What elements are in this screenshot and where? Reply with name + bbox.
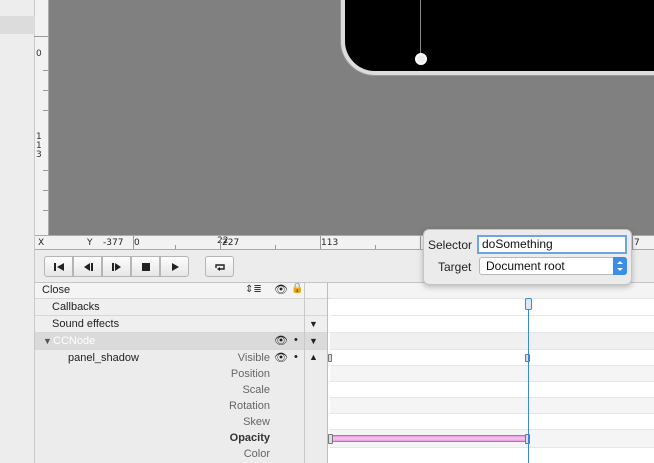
collapse-triangle-icon[interactable]: ▲ xyxy=(309,352,318,362)
property-visible[interactable]: Visible xyxy=(238,352,270,364)
expand-triangle-icon[interactable]: ▼ xyxy=(309,319,318,329)
step-forward-icon xyxy=(111,262,121,271)
vertical-ruler-tick xyxy=(43,70,48,71)
step-back-button[interactable] xyxy=(73,256,102,277)
vertical-ruler: 0 1 1 3 xyxy=(34,0,49,235)
target-label: Target xyxy=(438,260,472,274)
vertical-ruler-label: 0 xyxy=(36,49,42,59)
lock-dot-icon[interactable]: • xyxy=(294,351,298,363)
lock-icon: 🔒 xyxy=(291,283,304,294)
step-forward-button[interactable] xyxy=(102,256,131,277)
horizontal-ruler-tick xyxy=(375,245,376,249)
guide-line xyxy=(420,0,421,56)
sound-effects-row[interactable]: Sound effects ▼ xyxy=(35,316,327,333)
vertical-ruler-tick xyxy=(43,170,48,171)
y-coordinate-label: Y xyxy=(87,238,93,248)
callback-popover: Selector doSomething Target Document roo… xyxy=(423,229,632,285)
vertical-ruler-label: 1 xyxy=(36,141,42,151)
horizontal-ruler-label: 0 xyxy=(134,238,140,248)
loop-icon xyxy=(214,263,225,271)
property-opacity[interactable]: Opacity xyxy=(230,432,270,444)
sequence-name[interactable]: Close xyxy=(42,284,70,296)
vertical-ruler-tick xyxy=(43,110,48,111)
selector-label: Selector xyxy=(428,238,473,252)
x-coordinate-label: X xyxy=(38,238,45,248)
sound-effects-label: Sound effects xyxy=(52,318,120,330)
keyframe-opacity-start[interactable] xyxy=(328,434,333,444)
property-scale[interactable]: Scale xyxy=(242,384,270,396)
horizontal-ruler-label: 227 xyxy=(222,238,240,248)
vertical-ruler-tick xyxy=(43,210,48,211)
skew-track[interactable] xyxy=(330,414,654,430)
play-icon xyxy=(171,262,179,271)
horizontal-ruler-tick xyxy=(320,236,321,249)
left-panel-selected-item[interactable] xyxy=(0,16,35,34)
horizontal-ruler-tick xyxy=(175,245,176,249)
step-back-icon xyxy=(83,262,93,271)
horizontal-ruler-label: 113 xyxy=(321,238,339,248)
callbacks-track[interactable] xyxy=(330,299,654,316)
property-color[interactable]: Color xyxy=(244,448,270,460)
device-frame xyxy=(341,0,654,75)
node-track[interactable] xyxy=(330,333,654,350)
visibility-eye-icon: 👁 xyxy=(274,284,288,296)
time-ruler xyxy=(330,283,654,299)
horizontal-ruler-tick xyxy=(632,236,633,249)
left-panel xyxy=(0,0,35,463)
position-track[interactable] xyxy=(330,366,654,382)
timeline-panel: Close ⇕≣ 👁 🔒 0 Callbacks Sound effects ▼… xyxy=(35,282,654,463)
property-rotation[interactable]: Rotation xyxy=(229,400,270,412)
property-position[interactable]: Position xyxy=(231,368,270,380)
color-track[interactable] xyxy=(330,448,654,463)
vertical-ruler-label: 3 xyxy=(36,150,42,160)
column-divider xyxy=(304,283,305,463)
timeline-playhead[interactable] xyxy=(528,298,529,463)
horizontal-ruler-tick xyxy=(275,245,276,249)
vertical-ruler-tick xyxy=(43,190,48,191)
callbacks-label: Callbacks xyxy=(52,301,100,313)
select-arrows-icon[interactable] xyxy=(613,257,627,275)
horizontal-ruler-tick xyxy=(220,236,221,249)
loop-button[interactable] xyxy=(205,256,234,277)
rotation-track[interactable] xyxy=(330,398,654,414)
disclosure-triangle-icon[interactable]: ▼ xyxy=(43,336,52,346)
anchor-point-handle[interactable] xyxy=(415,53,427,65)
skip-to-start-button[interactable] xyxy=(44,256,73,277)
sound-effects-track[interactable] xyxy=(330,316,654,333)
expand-triangle-icon[interactable]: ▼ xyxy=(309,336,318,346)
keyframe-area[interactable] xyxy=(330,283,654,463)
node-name-label: panel_shadow xyxy=(68,352,139,364)
vertical-ruler-label: 1 xyxy=(36,132,42,142)
opacity-tween-bar[interactable] xyxy=(330,435,526,442)
stage-canvas[interactable] xyxy=(49,0,654,235)
scale-track[interactable] xyxy=(330,382,654,398)
sequence-menu-icon[interactable]: ⇕≣ xyxy=(245,284,262,295)
skip-to-start-icon xyxy=(53,262,64,271)
node-row[interactable]: ▼ CCNode 👁 • ▼ xyxy=(35,333,327,350)
horizontal-ruler-tick xyxy=(420,236,421,249)
playhead-handle[interactable] xyxy=(525,298,532,310)
visibility-eye-icon[interactable]: 👁 xyxy=(274,334,288,347)
property-list: panel_shadow Visible Position Scale Rota… xyxy=(35,350,327,463)
node-type-label: CCNode xyxy=(53,335,96,347)
visible-track[interactable] xyxy=(330,350,654,366)
target-select-value: Document root xyxy=(486,259,565,273)
horizontal-ruler-tick xyxy=(133,236,134,249)
stop-icon xyxy=(141,262,150,271)
target-select[interactable]: Document root xyxy=(479,257,627,275)
y-coordinate-value: -377 xyxy=(103,238,124,248)
play-button[interactable] xyxy=(160,256,189,277)
property-skew[interactable]: Skew xyxy=(243,416,270,428)
stop-button[interactable] xyxy=(131,256,160,277)
lock-dot-icon[interactable]: • xyxy=(294,334,298,346)
horizontal-ruler-label: 7 xyxy=(634,238,640,248)
vertical-ruler-tick xyxy=(43,90,48,91)
selector-input[interactable]: doSomething xyxy=(477,235,627,254)
callbacks-row[interactable]: Callbacks xyxy=(35,299,327,316)
visibility-eye-icon[interactable]: 👁 xyxy=(274,351,288,364)
vertical-ruler-tick xyxy=(34,36,48,37)
keyframe-visible-start[interactable] xyxy=(328,354,332,362)
